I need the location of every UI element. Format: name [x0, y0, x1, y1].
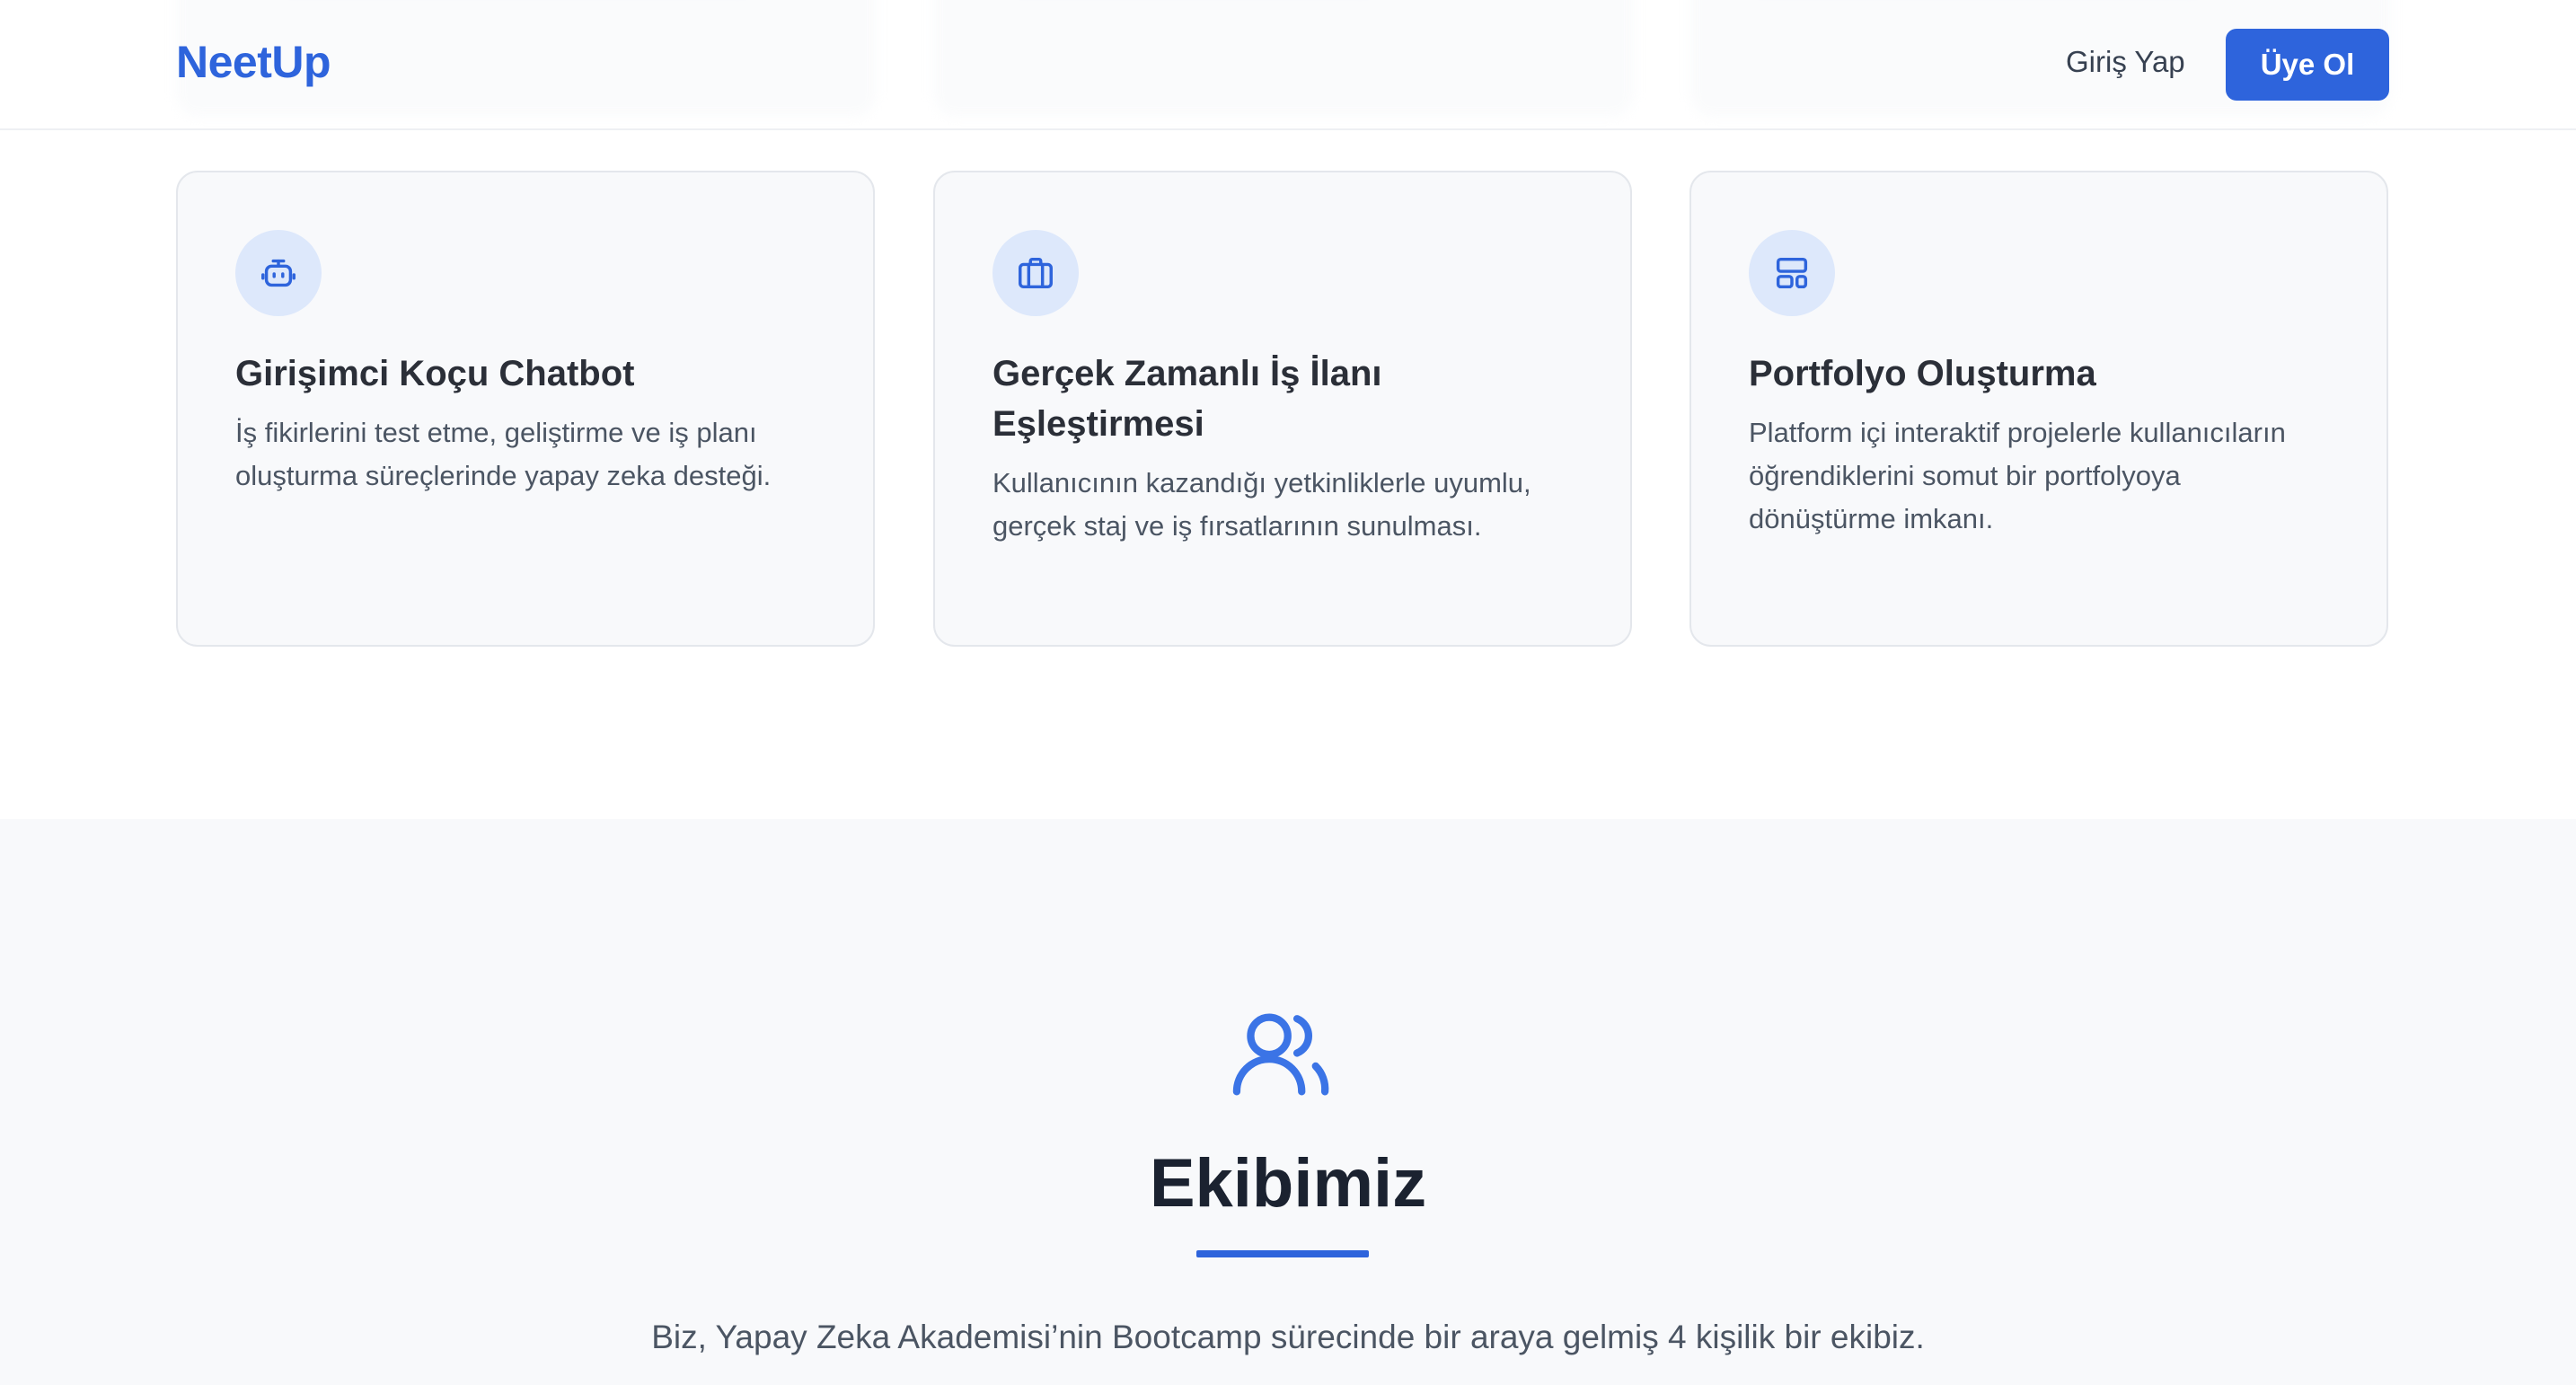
feature-description: İş fikirlerini test etme, geliştirme ve … — [235, 417, 772, 491]
blurred-card-behind-header — [933, 0, 1634, 117]
page: NeetUp Giriş Yap Üye Ol Girişimci Koçu C… — [0, 0, 2576, 1385]
layout-icon — [1749, 230, 1835, 316]
briefcase-icon — [992, 230, 1079, 316]
feature-card: Girişimci Koçu Chatbot İş fikirlerini te… — [176, 171, 875, 647]
robot-icon — [235, 230, 322, 316]
users-icon — [1232, 1013, 1329, 1096]
logo[interactable]: NeetUp — [176, 36, 331, 88]
feature-card: Gerçek Zamanlı İş İlanı Eşleştirmesi Kul… — [933, 171, 1632, 647]
section-title: Ekibimiz — [1149, 1145, 1427, 1222]
feature-description: Kullanıcının kazandığı yetkinliklerle uy… — [992, 467, 1531, 542]
feature-card: Portfolyo Oluşturma Platform içi interak… — [1689, 171, 2388, 647]
feature-title: Gerçek Zamanlı İş İlanı Eşleştirmesi — [992, 354, 1382, 444]
team-section: Ekibimiz Biz, Yapay Zeka Akademisi’nin B… — [0, 819, 2576, 1385]
signup-button[interactable]: Üye Ol — [2226, 29, 2389, 101]
feature-title: Portfolyo Oluşturma — [1749, 354, 2096, 393]
feature-description: Platform içi interaktif projelerle kulla… — [1749, 417, 2286, 534]
login-link[interactable]: Giriş Yap — [2066, 45, 2185, 79]
team-description: Biz, Yapay Zeka Akademisi’nin Bootcamp s… — [651, 1319, 1925, 1355]
feature-title: Girişimci Koçu Chatbot — [235, 354, 635, 393]
site-header: NeetUp Giriş Yap Üye Ol — [0, 0, 2576, 130]
title-underline — [1196, 1250, 1369, 1257]
